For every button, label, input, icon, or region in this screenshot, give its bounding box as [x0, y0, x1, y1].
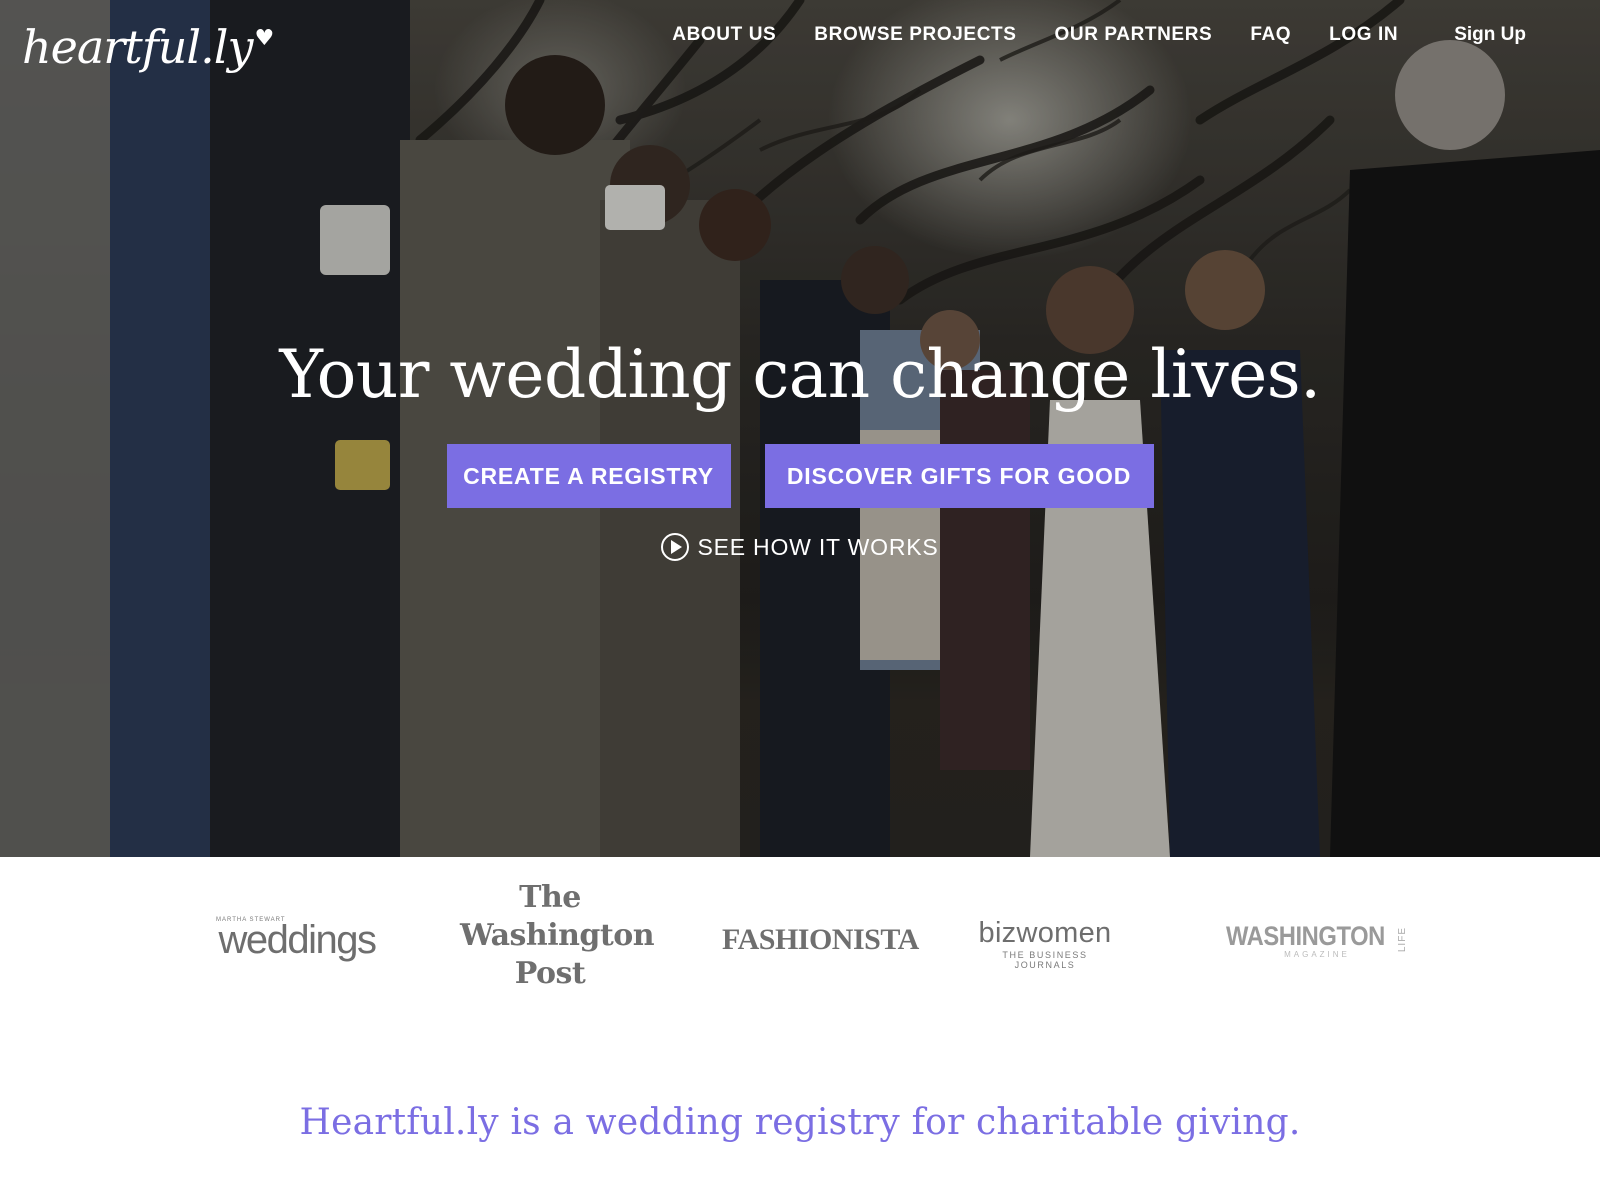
business-journals-label: THE BUSINESS JOURNALS — [1002, 950, 1088, 970]
play-icon — [661, 533, 690, 561]
nav-log-in[interactable]: LOG IN — [1329, 24, 1398, 46]
nav-our-partners[interactable]: OUR PARTNERS — [1055, 24, 1213, 46]
hero-headline: Your wedding can change lives. — [279, 336, 1321, 413]
see-how-it-works-link[interactable]: SEE HOW IT WORKS — [0, 533, 1600, 561]
washington-life-side: LIFE — [1396, 926, 1408, 952]
hero-section: heartful.ly ♥ ABOUT US BROWSE PROJECTS O… — [0, 0, 1600, 857]
logo-text: heartful.ly — [22, 20, 253, 74]
create-registry-button[interactable]: CREATE A REGISTRY — [446, 444, 731, 508]
nav-about-us[interactable]: ABOUT US — [672, 24, 776, 46]
wapo-line-3: Post — [514, 956, 586, 991]
washington-post-logo: The Washington Post — [460, 879, 655, 993]
hero-cta-group: CREATE A REGISTRY DISCOVER GIFTS FOR GOO… — [0, 444, 1600, 508]
top-nav: ABOUT US BROWSE PROJECTS OUR PARTNERS FA… — [634, 24, 1526, 46]
discover-gifts-button[interactable]: DISCOVER GIFTS FOR GOOD — [764, 444, 1154, 508]
martha-stewart-weddings-logo: MARTHA STEWART weddings — [212, 917, 382, 962]
weddings-wordmark: weddings — [218, 918, 377, 962]
press-logos-bar: MARTHA STEWART weddings The Washington P… — [0, 857, 1600, 1027]
nav-browse-projects[interactable]: BROWSE PROJECTS — [814, 24, 1016, 46]
heartfully-logo[interactable]: heartful.ly ♥ — [22, 20, 274, 74]
heart-icon: ♥ — [254, 26, 274, 51]
nav-faq[interactable]: FAQ — [1250, 24, 1291, 46]
site-tagline: Heartful.ly is a wedding registry for ch… — [299, 1102, 1301, 1143]
wapo-line-2: Washington — [460, 918, 655, 953]
washington-life-wordmark: WASHINGTON — [1226, 921, 1386, 951]
bizwomen-wordmark: bizwomen — [978, 917, 1112, 949]
nav-sign-up[interactable]: Sign Up — [1454, 24, 1526, 46]
washington-life-logo: WASHINGTON LIFE MAGAZINE — [1226, 921, 1408, 959]
fashionista-logo: FASHIONISTA — [722, 923, 919, 956]
wapo-line-1: The — [519, 880, 581, 915]
bizwomen-logo: bizwomen THE BUSINESS JOURNALS — [975, 917, 1115, 970]
hero-dim-overlay — [0, 0, 1600, 857]
see-how-it-works-label: SEE HOW IT WORKS — [697, 533, 939, 560]
